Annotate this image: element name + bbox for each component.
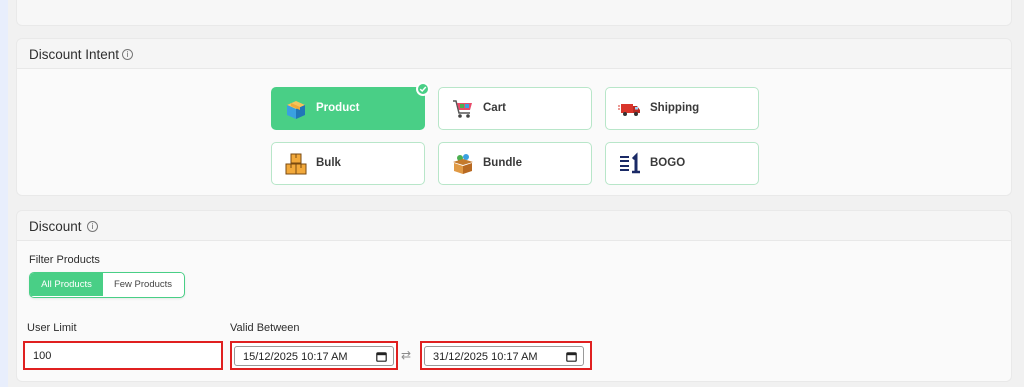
discount-title: Discount — [29, 219, 82, 234]
discount-panel: Discount i Filter Products All Products … — [16, 210, 1012, 382]
intent-card-bundle[interactable]: Bundle — [438, 142, 592, 185]
few-products-option[interactable]: Few Products — [103, 273, 183, 296]
intent-card-label: BOGO — [650, 157, 686, 169]
discount-intent-title: Discount Intent — [29, 47, 120, 62]
intent-card-shipping[interactable]: Shipping — [605, 87, 759, 130]
valid-from-value: 15/12/2025 10:17 AM — [243, 350, 348, 363]
box-icon — [287, 101, 305, 119]
intent-card-label: Product — [316, 102, 360, 114]
filter-products-label: Filter Products — [29, 254, 100, 266]
valid-from-highlight: 15/12/2025 10:17 AM — [230, 341, 398, 370]
intent-card-label: Cart — [483, 102, 507, 114]
discount-intent-body: Product Cart Shipping Bulk Bundle BOGO — [17, 69, 1011, 195]
intent-card-product[interactable]: Product — [271, 82, 430, 130]
check-icon — [416, 82, 430, 96]
intent-card-cart[interactable]: Cart — [438, 87, 592, 130]
info-icon[interactable]: i — [87, 221, 98, 232]
filter-products-toggle: All Products Few Products — [29, 272, 185, 298]
intent-card-label: Bundle — [483, 157, 522, 169]
valid-to-value: 31/12/2025 10:17 AM — [433, 350, 538, 363]
discount-header: Discount i — [17, 211, 1011, 241]
left-rail — [0, 0, 8, 387]
intent-card-label: Shipping — [650, 102, 700, 114]
valid-from-input[interactable]: 15/12/2025 10:17 AM — [234, 345, 394, 366]
calendar-icon[interactable] — [566, 351, 577, 362]
intent-card-label: Bulk — [316, 157, 341, 169]
shopping-cart-icon — [453, 100, 472, 118]
discount-intent-header: Discount Intent i — [17, 39, 1011, 69]
info-icon[interactable]: i — [122, 49, 133, 60]
stacked-boxes-icon — [285, 153, 307, 175]
valid-between-label: Valid Between — [230, 322, 300, 334]
all-products-option[interactable]: All Products — [30, 273, 103, 296]
intent-card-bulk[interactable]: Bulk — [271, 142, 425, 185]
user-limit-value: 100 — [33, 350, 52, 362]
valid-to-highlight: 31/12/2025 10:17 AM — [420, 341, 592, 370]
delivery-truck-icon — [618, 104, 640, 116]
previous-section-panel — [16, 0, 1012, 26]
valid-to-input[interactable]: 31/12/2025 10:17 AM — [424, 345, 584, 366]
swap-arrows-icon: ⇄ — [401, 348, 412, 362]
intent-card-bogo[interactable]: BOGO — [605, 142, 759, 185]
calendar-icon[interactable] — [376, 351, 387, 362]
open-box-bundle-icon — [453, 154, 473, 174]
user-limit-label: User Limit — [27, 322, 77, 334]
user-limit-input[interactable]: 100 — [23, 341, 223, 370]
buy-get-one-icon — [619, 152, 640, 174]
discount-intent-panel: Discount Intent i Product Cart Shipping … — [16, 38, 1012, 196]
